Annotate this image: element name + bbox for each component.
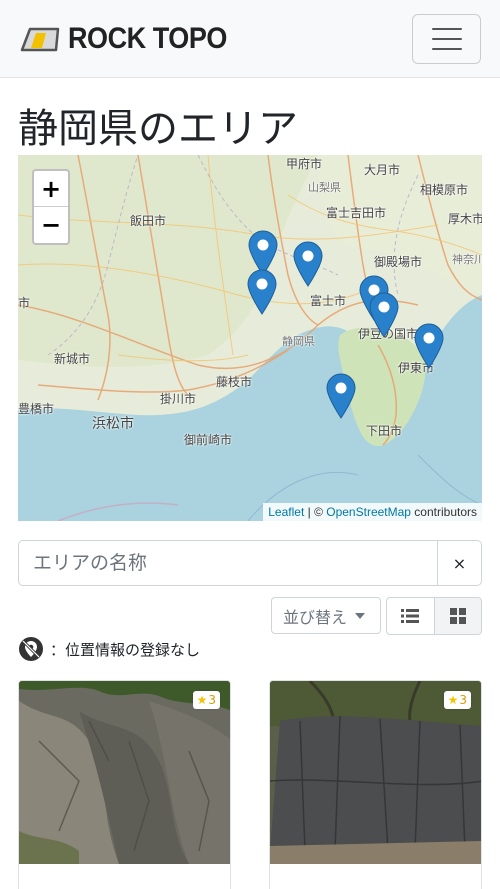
- area-map[interactable]: 甲府市 大月市 山梨県 相模原市 富士吉田市 厚木市 飯田市 御殿場市 神奈川 …: [18, 155, 482, 521]
- map-label: 相模原市: [420, 183, 469, 197]
- map-label: 豊橋市: [18, 402, 55, 416]
- rating-badge: ★ 3: [443, 691, 471, 709]
- map-label: 富士市: [310, 294, 347, 308]
- map-label: 山梨県: [308, 181, 341, 194]
- navbar: ROCK TOPO: [0, 0, 500, 78]
- list-icon: [401, 609, 420, 623]
- map-label: 厚木市: [448, 212, 482, 226]
- map-label: 大月市: [364, 163, 401, 177]
- zoom-in-button[interactable]: +: [34, 171, 68, 207]
- map-label: 御前崎市: [184, 433, 233, 447]
- leaflet-link[interactable]: Leaflet: [268, 505, 304, 519]
- clear-search-button[interactable]: ×: [437, 541, 481, 585]
- rock-topo-logo-icon: [20, 27, 60, 52]
- area-search-group: ×: [18, 540, 482, 586]
- star-icon: ★: [196, 693, 208, 707]
- zoom-control: + −: [32, 169, 70, 245]
- rating-badge: ★ 3: [192, 691, 220, 709]
- page-title: 静岡県のエリア: [18, 106, 298, 152]
- osm-link[interactable]: OpenStreetMap: [326, 505, 411, 519]
- view-toggle: [386, 597, 482, 635]
- map-marker-icon[interactable]: [247, 269, 277, 315]
- menu-toggle-button[interactable]: [412, 14, 481, 64]
- hamburger-icon: [431, 28, 462, 30]
- map-label: 藤枝市: [216, 375, 253, 389]
- map-label: 市: [18, 296, 31, 310]
- no-location-icon: [19, 637, 43, 661]
- map-label: 御殿場市: [374, 255, 423, 269]
- map-label: 下田市: [366, 424, 403, 438]
- no-location-text: ：位置情報の登録なし: [50, 640, 201, 659]
- grid-icon: [449, 608, 466, 624]
- map-label: 神奈川: [452, 253, 482, 266]
- star-icon: ★: [447, 693, 459, 707]
- map-marker-icon[interactable]: [369, 292, 399, 338]
- map-label: 富士吉田市: [326, 206, 387, 220]
- brand-name: ROCK TOPO: [68, 22, 227, 55]
- sort-dropdown[interactable]: 並び替え: [271, 597, 381, 634]
- area-card[interactable]: ★ 3: [18, 680, 231, 889]
- map-label: 静岡県: [282, 335, 315, 348]
- map-label: 飯田市: [130, 214, 167, 228]
- map-marker-icon[interactable]: [326, 373, 356, 419]
- area-search-input[interactable]: [19, 541, 437, 585]
- caret-down-icon: [355, 612, 366, 619]
- sort-label: 並び替え: [283, 607, 348, 627]
- map-label: 甲府市: [286, 157, 323, 171]
- brand-link[interactable]: ROCK TOPO: [20, 22, 245, 56]
- list-view-button[interactable]: [387, 598, 434, 634]
- map-attribution: Leaflet | © OpenStreetMap contributors: [263, 503, 482, 521]
- map-label: 浜松市: [92, 416, 134, 432]
- area-card[interactable]: ★ 3: [269, 680, 482, 889]
- map-label: 新城市: [54, 352, 91, 366]
- no-location-note: ：位置情報の登録なし: [18, 636, 200, 662]
- grid-view-button[interactable]: [433, 598, 481, 634]
- zoom-out-button[interactable]: −: [34, 207, 68, 243]
- map-marker-icon[interactable]: [414, 323, 444, 369]
- map-label: 掛川市: [160, 392, 197, 406]
- map-marker-icon[interactable]: [293, 241, 323, 287]
